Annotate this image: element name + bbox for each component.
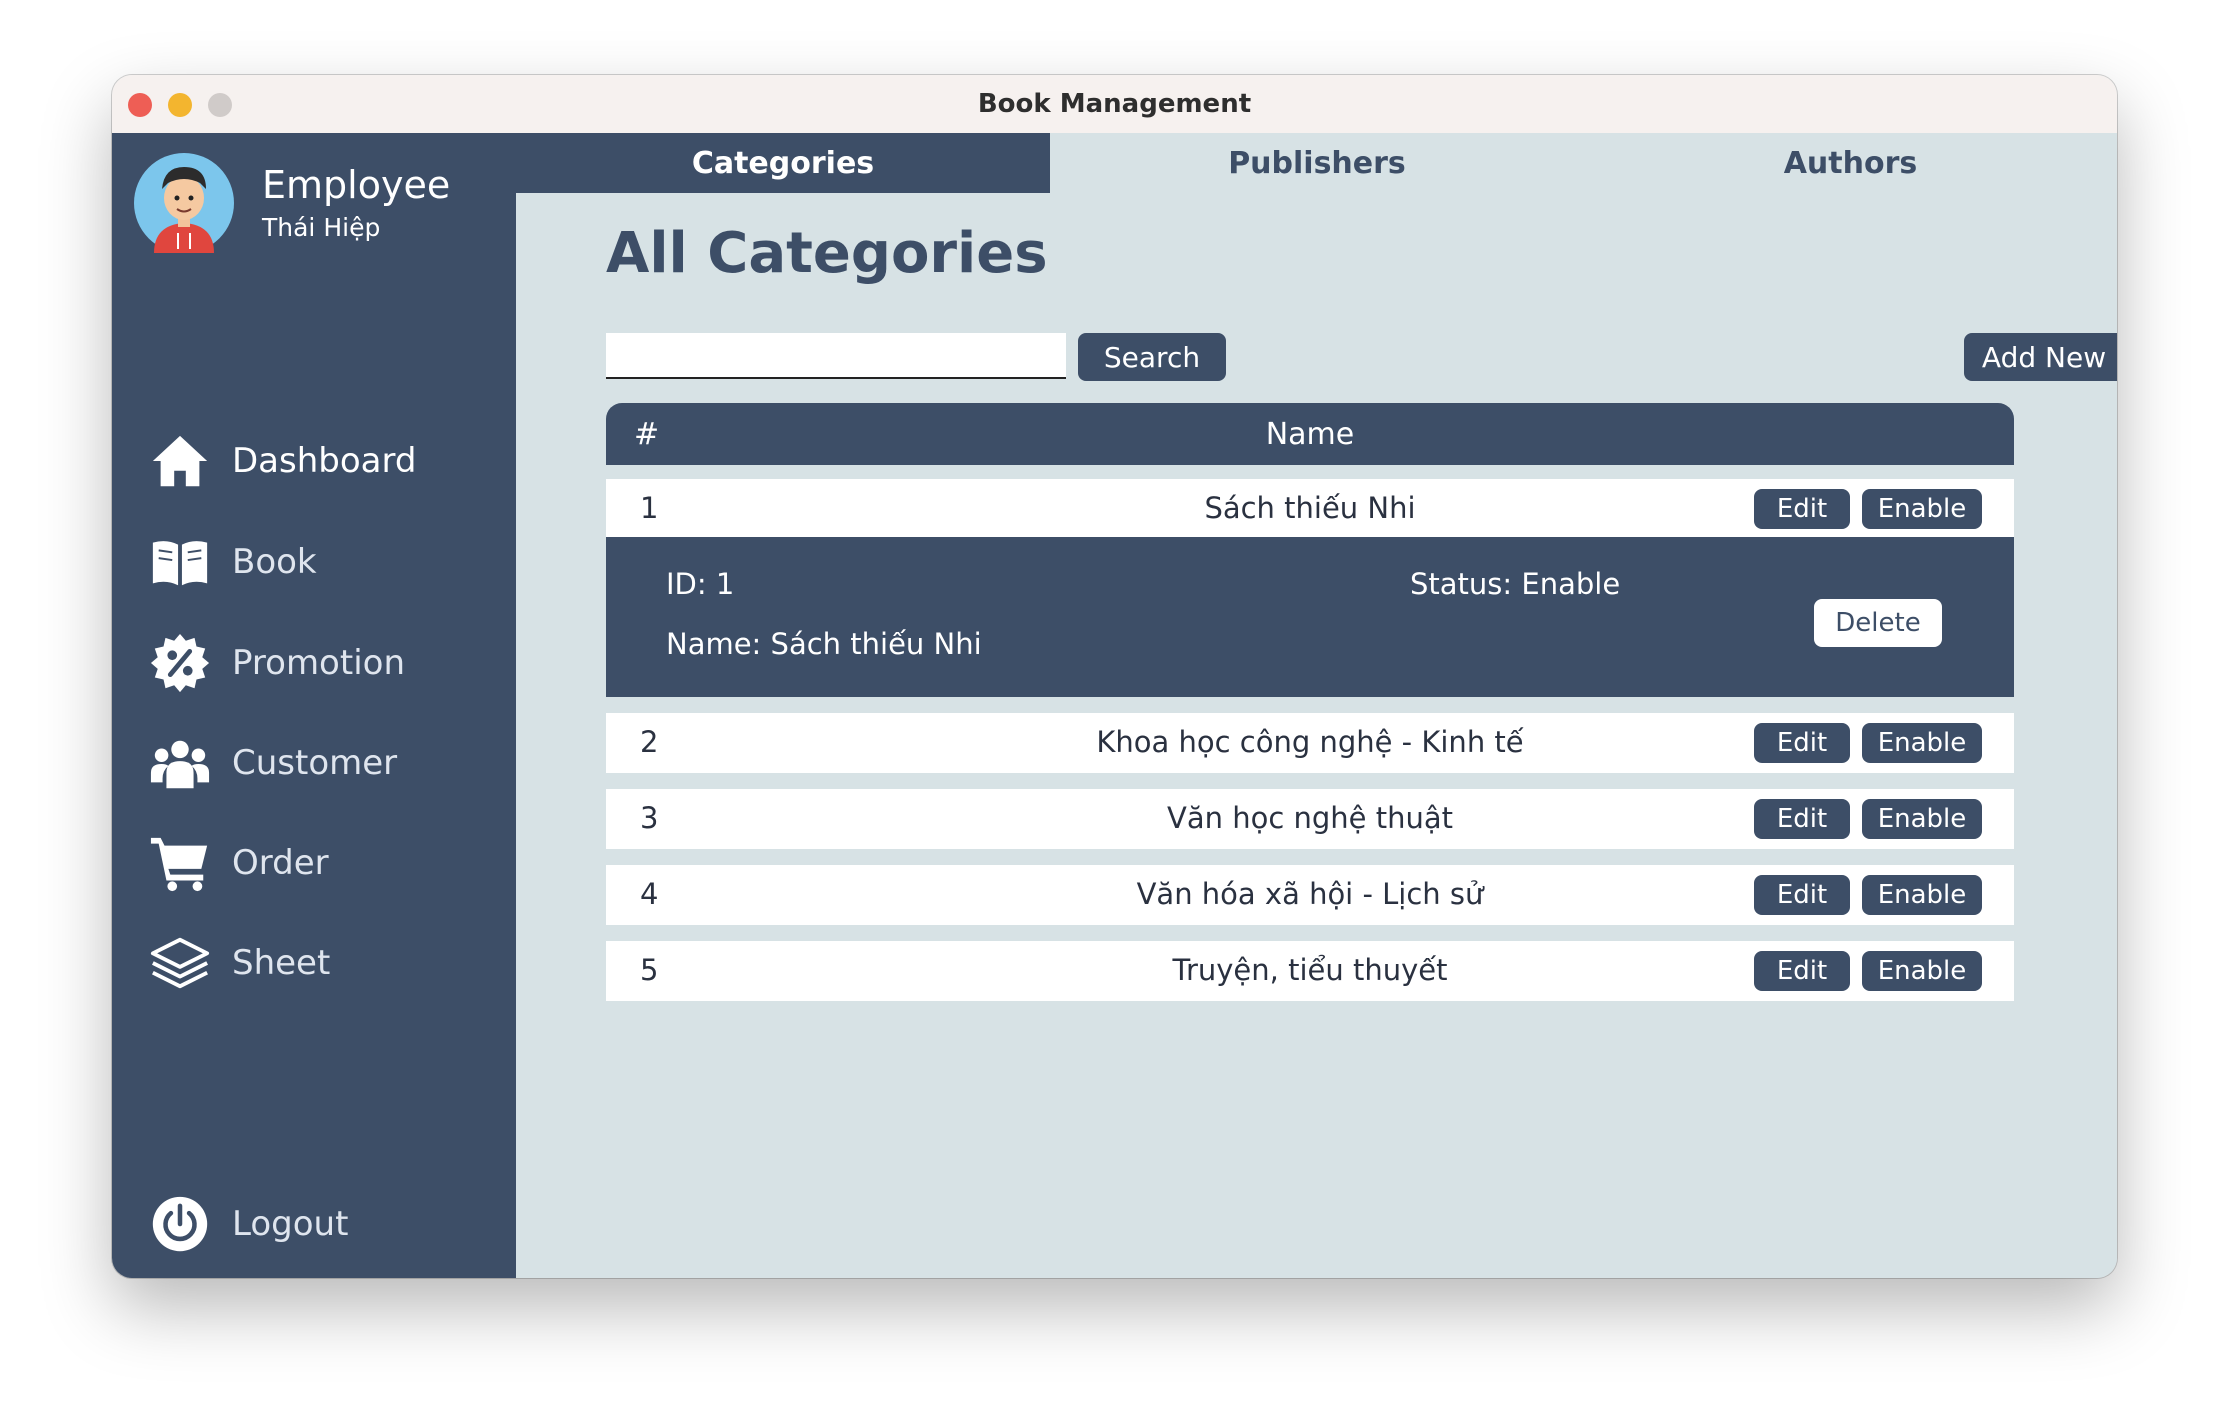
sidebar-item-sheet[interactable]: Sheet bbox=[148, 927, 488, 999]
cart-icon bbox=[148, 831, 212, 895]
sidebar-item-customer[interactable]: Customer bbox=[148, 727, 488, 799]
sidebar-item-label: Order bbox=[232, 843, 329, 883]
power-icon bbox=[148, 1192, 212, 1256]
user-name: Thái Hiệp bbox=[262, 213, 381, 242]
edit-button[interactable]: Edit bbox=[1754, 723, 1850, 763]
enable-button[interactable]: Enable bbox=[1862, 951, 1982, 991]
home-icon bbox=[148, 429, 212, 493]
edit-button[interactable]: Edit bbox=[1754, 799, 1850, 839]
delete-button[interactable]: Delete bbox=[1814, 599, 1942, 647]
sidebar: Employee Thái Hiệp Dashboard Book Promot… bbox=[112, 133, 516, 1278]
edit-button[interactable]: Edit bbox=[1754, 489, 1850, 529]
table-row[interactable]: 3 Văn học nghệ thuật Edit Enable bbox=[606, 789, 2014, 849]
tab-bar: Categories Publishers Authors bbox=[516, 133, 2117, 193]
detail-name: Name: Sách thiếu Nhi bbox=[666, 627, 982, 661]
table-row[interactable]: 1 Sách thiếu Nhi Edit Enable bbox=[606, 479, 2014, 539]
enable-button[interactable]: Enable bbox=[1862, 799, 1982, 839]
search-button[interactable]: Search bbox=[1078, 333, 1226, 381]
percent-badge-icon bbox=[148, 631, 212, 695]
table-header: # Name bbox=[606, 403, 2014, 465]
page-title: All Categories bbox=[606, 221, 1048, 286]
enable-button[interactable]: Enable bbox=[1862, 875, 1982, 915]
sidebar-item-label: Customer bbox=[232, 743, 398, 783]
window-title: Book Management bbox=[977, 89, 1252, 119]
enable-button[interactable]: Enable bbox=[1862, 723, 1982, 763]
add-new-button[interactable]: Add New bbox=[1964, 333, 2117, 381]
book-icon bbox=[148, 530, 212, 594]
avatar bbox=[134, 153, 234, 253]
sidebar-item-label: Dashboard bbox=[232, 441, 417, 481]
table-row[interactable]: 4 Văn hóa xã hội - Lịch sử Edit Enable bbox=[606, 865, 2014, 925]
title-bar: Book Management bbox=[112, 75, 2117, 134]
sidebar-item-label: Sheet bbox=[232, 943, 331, 983]
user-role: Employee bbox=[262, 163, 451, 207]
table-row[interactable]: 5 Truyện, tiểu thuyết Edit Enable bbox=[606, 941, 2014, 1001]
table-row[interactable]: 2 Khoa học công nghệ - Kinh tế Edit Enab… bbox=[606, 713, 2014, 773]
sidebar-item-label: Promotion bbox=[232, 643, 405, 683]
sidebar-item-promotion[interactable]: Promotion bbox=[148, 627, 488, 699]
enable-button[interactable]: Enable bbox=[1862, 489, 1982, 529]
detail-status: Status: Enable bbox=[1410, 567, 1621, 601]
sidebar-item-label: Book bbox=[232, 542, 317, 582]
edit-button[interactable]: Edit bbox=[1754, 951, 1850, 991]
column-header-name: Name bbox=[1265, 417, 1355, 452]
sidebar-item-order[interactable]: Order bbox=[148, 827, 488, 899]
detail-id: ID: 1 bbox=[666, 567, 735, 601]
row-detail-panel: ID: 1 Name: Sách thiếu Nhi Status: Enabl… bbox=[606, 537, 2014, 697]
layers-icon bbox=[148, 931, 212, 995]
users-icon bbox=[148, 731, 212, 795]
logout-label: Logout bbox=[232, 1204, 349, 1244]
app-window: Book Management Employee Thái Hiệp Dashb… bbox=[112, 75, 2117, 1278]
tab-authors[interactable]: Authors bbox=[1584, 133, 2117, 193]
sidebar-item-dashboard[interactable]: Dashboard bbox=[148, 425, 488, 497]
main-content: Categories Publishers Authors All Catego… bbox=[516, 133, 2117, 1278]
edit-button[interactable]: Edit bbox=[1754, 875, 1850, 915]
tab-categories[interactable]: Categories bbox=[516, 133, 1050, 193]
logout-button[interactable]: Logout bbox=[148, 1188, 488, 1260]
search-input[interactable] bbox=[606, 333, 1066, 379]
tab-publishers[interactable]: Publishers bbox=[1050, 133, 1584, 193]
sidebar-item-book[interactable]: Book bbox=[148, 526, 488, 598]
